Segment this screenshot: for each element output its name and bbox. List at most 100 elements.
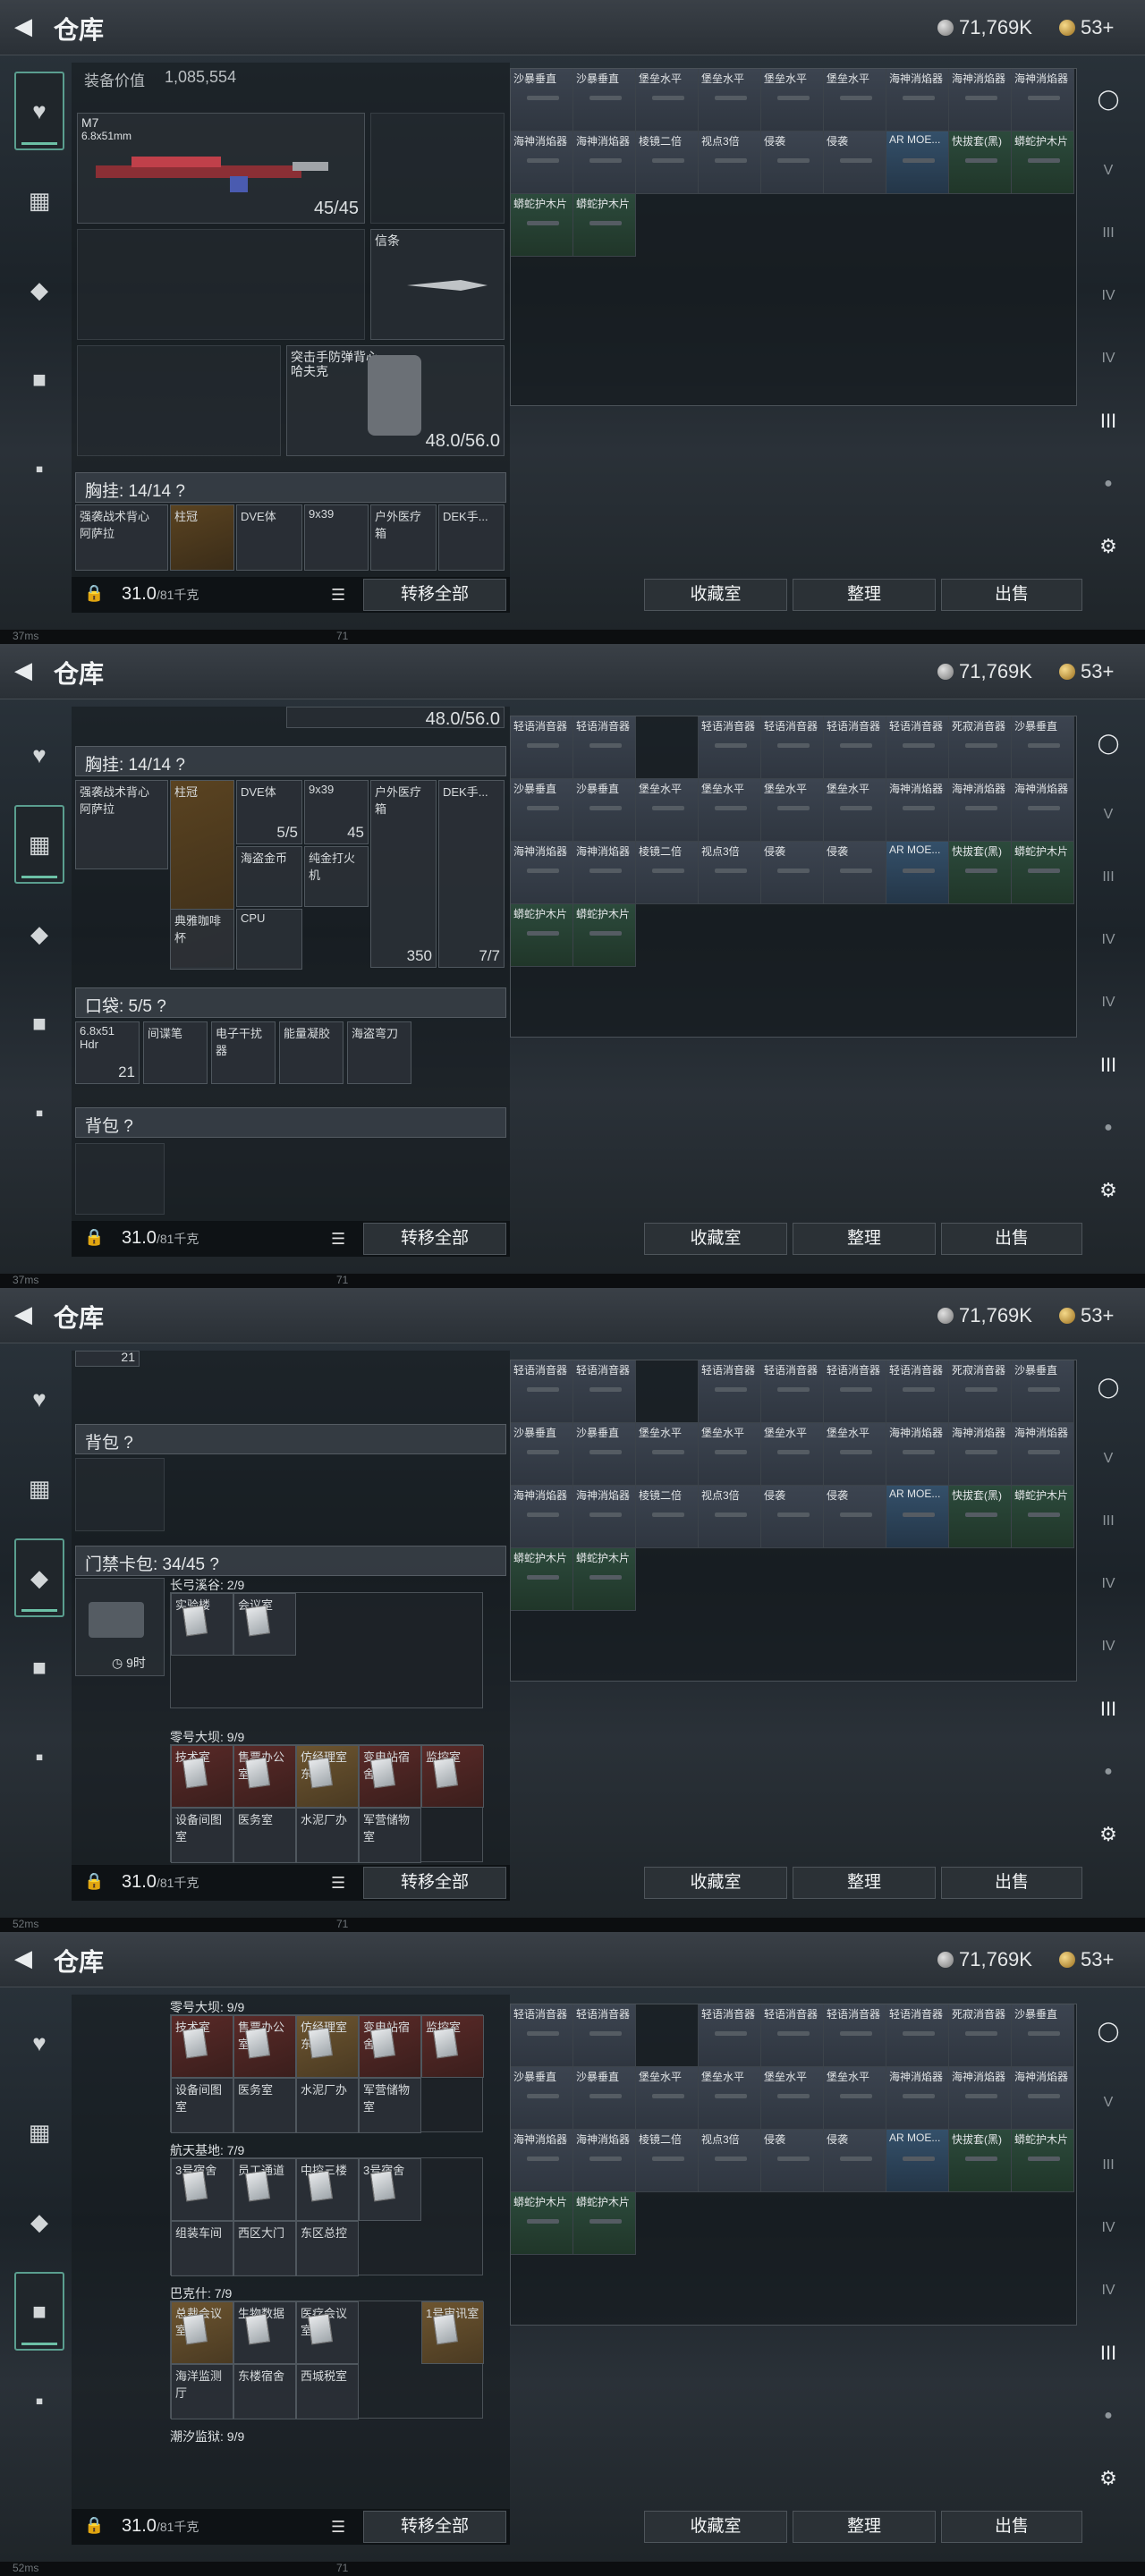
grid-cell[interactable]: 沙暴垂直 [573, 779, 636, 842]
grid-cell[interactable]: 蟒蛇护木片 [1012, 2130, 1074, 2192]
keycard-item[interactable]: 监控室 [421, 1745, 484, 1808]
keycard-item[interactable]: 售票办公室 [233, 1745, 296, 1808]
grid-cell[interactable]: AR MOE... [886, 2130, 949, 2192]
chest-rig-slot[interactable]: 强袭战术背心 阿萨拉 [75, 780, 168, 869]
helmet-slot[interactable] [77, 345, 281, 456]
keycard-item[interactable]: 变电站宿舍 [359, 2015, 421, 2078]
grid-cell[interactable]: 堡垒水平 [761, 69, 824, 131]
lock-tab-icon[interactable]: ● [1084, 2385, 1132, 2447]
grid-cell[interactable]: 侵袭 [824, 2130, 886, 2192]
chest-item-1[interactable]: 柱冠 [170, 504, 234, 571]
nav-armor-icon[interactable]: ▦ [14, 161, 64, 240]
tab-iii-active[interactable]: III [1084, 2322, 1132, 2385]
grid-cell[interactable] [636, 716, 699, 779]
nav-keycard-icon[interactable]: ◆ [14, 1538, 64, 1617]
grid-cell[interactable]: 海神消焰器 [1012, 1423, 1074, 1486]
grid-cell[interactable]: 轻语消音器 [699, 2004, 761, 2067]
settings-gear-icon[interactable]: ⚙ [1084, 515, 1132, 578]
keycard-item[interactable]: 组装车间 [171, 2221, 233, 2276]
grid-cell[interactable]: 棱镜二倍 [636, 842, 699, 904]
sell-button[interactable]: 出售 [941, 1867, 1082, 1899]
chest-rig-slot[interactable]: 强袭战术背心 阿萨拉 [75, 504, 168, 571]
grid-cell[interactable]: 沙暴垂直 [511, 69, 573, 131]
grid-cell[interactable]: 堡垒水平 [636, 779, 699, 842]
tab-v[interactable]: V [1084, 1428, 1132, 1490]
grid-cell[interactable]: 沙暴垂直 [1012, 2004, 1074, 2067]
nav-case-icon[interactable]: ▪ [14, 1717, 64, 1796]
grid-cell[interactable]: 海神消焰器 [886, 2067, 949, 2130]
grid-cell[interactable]: 轻语消音器 [573, 1360, 636, 1423]
grid-cell[interactable]: 堡垒水平 [824, 1423, 886, 1486]
grid-cell[interactable]: 蟒蛇护木片 [573, 1548, 636, 1611]
grid-cell[interactable]: 堡垒水平 [824, 2067, 886, 2130]
keycard-item[interactable]: 设备间图室 [171, 2078, 233, 2133]
tab-iii[interactable]: III [1084, 846, 1132, 909]
nav-armor-icon[interactable]: ▦ [14, 805, 64, 884]
grid-cell[interactable]: 轻语消音器 [761, 1360, 824, 1423]
grid-cell[interactable]: 轻语消音器 [573, 2004, 636, 2067]
grid-cell[interactable]: 海神消焰器 [886, 779, 949, 842]
chest-item-2[interactable]: DVE体 [236, 504, 302, 571]
grid-cell[interactable]: 堡垒水平 [824, 69, 886, 131]
nav-card-icon[interactable]: ■ [14, 2272, 64, 2351]
nav-weapon-icon[interactable]: ♥ [14, 716, 64, 794]
chest-item-5[interactable]: DEK手... [438, 504, 505, 571]
nav-weapon-icon[interactable]: ♥ [14, 72, 64, 150]
chest-item-4[interactable]: 户外医疗箱 350 [370, 780, 437, 968]
grid-cell[interactable]: 海神消焰器 [511, 842, 573, 904]
vault-button[interactable]: 收藏室 [644, 2511, 787, 2543]
lock-tab-icon[interactable]: ● [1084, 1097, 1132, 1159]
back-icon[interactable]: ◀ [14, 1946, 38, 1970]
grid-cell[interactable]: 蟒蛇护木片 [1012, 842, 1074, 904]
grid-cell[interactable]: AR MOE... [886, 131, 949, 194]
grid-cell[interactable]: 棱镜二倍 [636, 2130, 699, 2192]
lock-icon[interactable]: 🔒 [84, 2516, 104, 2536]
grid-cell[interactable]: 海神消焰器 [949, 1423, 1012, 1486]
keycard-item[interactable]: 仿经理室东 [296, 2015, 359, 2078]
pocket-item-3[interactable]: 电子干扰器 [211, 1021, 276, 1084]
grid-cell[interactable]: 死寂消音器 [949, 1360, 1012, 1423]
settings-gear-icon[interactable]: ⚙ [1084, 1159, 1132, 1222]
keycard-item[interactable]: 海洋监测厅 [171, 2364, 233, 2419]
tab-iv-1[interactable]: IV [1084, 2197, 1132, 2259]
grid-cell[interactable]: 蟒蛇护木片 [511, 1548, 573, 1611]
grid-cell[interactable]: 堡垒水平 [699, 1423, 761, 1486]
nav-card-icon[interactable]: ■ [14, 984, 64, 1063]
back-icon[interactable]: ◀ [14, 658, 38, 682]
grid-cell[interactable]: 海神消焰器 [511, 1486, 573, 1548]
grid-cell[interactable]: 侵袭 [761, 1486, 824, 1548]
settings-gear-icon[interactable]: ⚙ [1084, 1803, 1132, 1866]
tab-iv-2[interactable]: IV [1084, 971, 1132, 1034]
grid-cell[interactable] [636, 2004, 699, 2067]
pistol-slot[interactable] [370, 113, 505, 224]
list-icon[interactable]: ☰ [331, 1874, 349, 1892]
nav-keycard-icon[interactable]: ◆ [14, 250, 64, 329]
keycard-item[interactable]: 军营储物室 [359, 1808, 421, 1863]
grid-cell[interactable]: 侵袭 [761, 842, 824, 904]
grid-cell[interactable]: 堡垒水平 [699, 69, 761, 131]
keycard-item[interactable]: 3号宿舍 [171, 2158, 233, 2221]
grid-cell[interactable]: 侵袭 [824, 1486, 886, 1548]
keycard-item[interactable]: 医务室 [233, 1808, 296, 1863]
primary-weapon-slot[interactable]: M7 6.8x51mm 45/45 [77, 113, 365, 224]
grid-cell[interactable]: 轻语消音器 [824, 1360, 886, 1423]
keycard-item[interactable]: 变电站宿舍 [359, 1745, 421, 1808]
grid-cell[interactable]: 侵袭 [761, 2130, 824, 2192]
sort-button[interactable]: 整理 [793, 579, 936, 611]
keycard-item[interactable]: 水泥厂办 [296, 1808, 359, 1863]
grid-cell[interactable]: 死寂消音器 [949, 2004, 1012, 2067]
keycard-item[interactable]: 监控室 [421, 2015, 484, 2078]
grid-cell[interactable]: 快拔套(黑) [949, 842, 1012, 904]
grid-cell[interactable]: 视点3倍 [699, 131, 761, 194]
grid-cell[interactable]: 侵袭 [824, 131, 886, 194]
grid-cell[interactable]: 死寂消音器 [949, 716, 1012, 779]
vault-button[interactable]: 收藏室 [644, 1223, 787, 1255]
keycard-item[interactable]: 3号宿舍 [359, 2158, 421, 2221]
backpack-slot[interactable] [75, 1458, 165, 1531]
keycard-item[interactable]: 员工通道 [233, 2158, 296, 2221]
tab-v[interactable]: V [1084, 2072, 1132, 2134]
grid-cell[interactable]: 轻语消音器 [886, 2004, 949, 2067]
keycard-item[interactable]: 中控三楼 [296, 2158, 359, 2221]
nav-case-icon[interactable]: ▪ [14, 1073, 64, 1152]
grid-cell[interactable]: 海神消焰器 [949, 2067, 1012, 2130]
